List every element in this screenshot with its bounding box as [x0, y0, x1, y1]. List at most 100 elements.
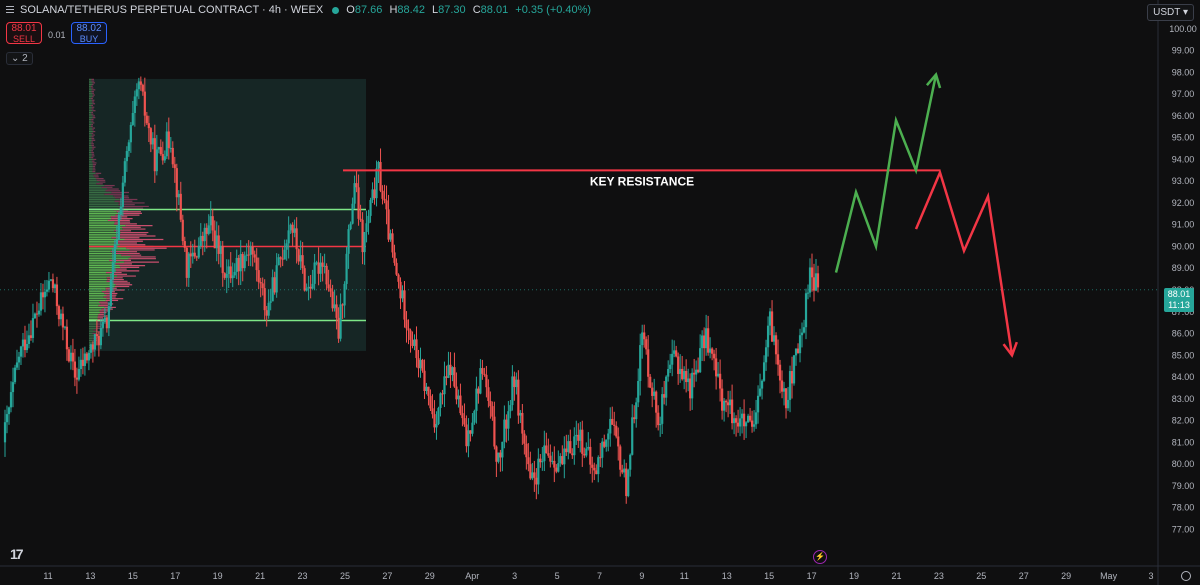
candle-down — [309, 286, 312, 289]
candle-down — [707, 328, 710, 353]
candle-up — [808, 267, 812, 293]
sell-label: SELL — [12, 34, 36, 44]
candle-up — [209, 216, 212, 226]
candle-down — [727, 402, 730, 406]
candle-down — [780, 380, 784, 392]
candle-down — [383, 198, 386, 201]
candle-up — [107, 306, 110, 329]
indicators-toggle[interactable]: ⌄ 2 — [6, 52, 33, 65]
candle-up — [503, 419, 506, 442]
candle-up — [443, 376, 446, 395]
y-tick-label: 86.00 — [1172, 329, 1195, 339]
candle-up — [475, 388, 478, 411]
candle-up — [792, 355, 796, 384]
candle-up — [717, 373, 720, 377]
symbol-title[interactable]: SOLANA/TETHERUS PERPETUAL CONTRACT · 4h … — [20, 4, 323, 16]
candle-down — [73, 361, 77, 378]
candle-down — [181, 219, 184, 242]
candle-down — [179, 193, 182, 220]
candle-up — [11, 382, 15, 393]
candle-down — [301, 255, 304, 269]
candle-down — [742, 413, 746, 427]
candle-down — [657, 412, 660, 426]
candle-up — [367, 215, 370, 224]
candle-up — [9, 392, 13, 408]
y-tick-label: 78.00 — [1172, 503, 1195, 513]
candle-up — [788, 371, 792, 400]
candle-down — [395, 262, 398, 275]
candle-up — [235, 257, 238, 272]
candle-down — [465, 424, 468, 447]
candle-up — [639, 345, 642, 382]
candle-down — [715, 358, 718, 377]
market-status-icon — [332, 6, 340, 14]
candle-up — [99, 327, 102, 346]
candle-down — [329, 288, 332, 292]
currency-selector[interactable]: USDT ▾ — [1147, 4, 1194, 21]
candle-down — [153, 138, 156, 172]
candle-up — [543, 445, 546, 462]
x-tick-label: 3 — [1148, 571, 1153, 581]
candle-down — [57, 306, 61, 320]
candle-up — [109, 279, 112, 307]
gear-icon[interactable] — [1181, 571, 1191, 581]
candle-down — [523, 433, 526, 444]
candle-up — [267, 302, 270, 316]
y-tick-label: 85.00 — [1172, 350, 1195, 360]
candle-up — [33, 313, 37, 319]
candle-up — [786, 399, 790, 409]
candle-up — [814, 273, 818, 291]
candle-up — [323, 265, 326, 267]
candle-down — [736, 422, 740, 427]
flash-icon[interactable]: ⚡ — [813, 550, 827, 564]
candle-down — [411, 339, 414, 346]
candle-down — [423, 370, 426, 392]
candle-up — [49, 279, 53, 281]
x-tick-label: 7 — [597, 571, 602, 581]
candle-up — [191, 252, 194, 257]
candle-up — [347, 229, 350, 254]
candle-up — [87, 352, 90, 361]
candle-up — [215, 235, 218, 249]
candle-up — [283, 249, 286, 260]
candle-down — [251, 246, 254, 255]
candle-down — [796, 348, 800, 354]
candle-up — [79, 359, 83, 370]
candle-down — [167, 131, 170, 148]
price-chart[interactable]: 77.00 78.00 79.00 80.00 81.00 82.00 83.00 84.00… — [0, 0, 1200, 585]
candle-down — [770, 311, 774, 342]
candle-down — [617, 436, 620, 447]
sell-button[interactable]: 88.01 SELL — [6, 22, 42, 44]
candle-down — [255, 257, 258, 271]
y-tick-label: 82.00 — [1172, 416, 1195, 426]
y-tick-label: 92.00 — [1172, 198, 1195, 208]
candle-up — [131, 112, 134, 125]
candle-up — [77, 369, 81, 380]
candle-down — [205, 227, 208, 234]
candle-up — [299, 255, 302, 262]
candle-up — [437, 408, 440, 425]
candle-down — [539, 458, 542, 463]
buy-button[interactable]: 88.02 BUY — [71, 22, 107, 44]
candle-up — [245, 254, 248, 256]
candle-down — [489, 400, 492, 407]
candle-up — [758, 388, 762, 396]
y-tick-label: 89.00 — [1172, 263, 1195, 273]
candle-down — [359, 218, 362, 220]
chart-header: SOLANA/TETHERUS PERPETUAL CONTRACT · 4h … — [6, 4, 595, 16]
candle-down — [455, 386, 458, 400]
candle-up — [800, 332, 804, 336]
candle-up — [13, 367, 17, 383]
candle-up — [239, 254, 242, 272]
candle-up — [723, 400, 726, 411]
y-tick-label: 99.00 — [1172, 46, 1195, 56]
candle-down — [35, 313, 39, 315]
candle-down — [453, 367, 456, 387]
candle-up — [83, 353, 86, 366]
tradingview-logo-icon[interactable]: 17 — [10, 546, 24, 562]
candle-up — [705, 328, 708, 349]
candle-down — [171, 147, 174, 165]
candle-up — [563, 448, 566, 465]
candle-up — [305, 288, 308, 291]
candle-down — [417, 358, 420, 369]
